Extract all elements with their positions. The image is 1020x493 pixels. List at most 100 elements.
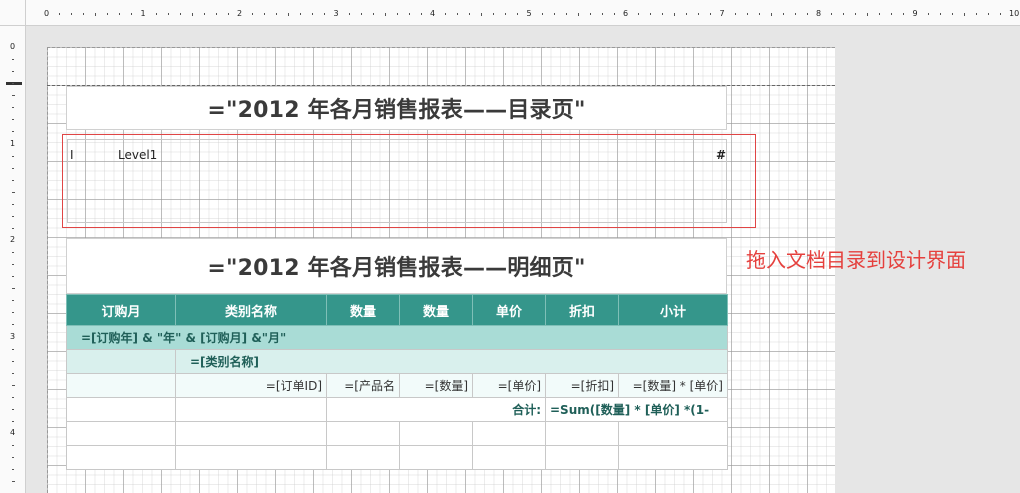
ruler-tick xyxy=(831,13,833,15)
detail-title-textbox[interactable]: ="2012 年各月销售报表——明细页" xyxy=(66,238,727,294)
detail-cell[interactable]: =[数量] * [单价] xyxy=(618,373,728,398)
ruler-tick xyxy=(408,13,410,15)
ruler-tick-label: 9 xyxy=(912,9,918,18)
empty-cell[interactable] xyxy=(66,445,176,470)
ruler-tick xyxy=(276,13,278,15)
empty-cell[interactable] xyxy=(399,421,473,446)
ruler-tick xyxy=(638,13,640,15)
ruler-tick xyxy=(12,324,14,326)
vertical-ruler[interactable]: 0 1 2 3 4 xyxy=(0,26,26,493)
group1-expression-cell[interactable]: =[订购年] & "年" & [订购月] &"月" xyxy=(66,325,728,350)
header-cell[interactable]: 类别名称 xyxy=(175,294,327,326)
ruler-tick-label: 1 xyxy=(10,138,16,148)
total-empty-cell[interactable] xyxy=(66,397,176,422)
empty-cell[interactable] xyxy=(472,445,546,470)
ruler-tick xyxy=(951,13,953,15)
group2-indent-cell[interactable] xyxy=(66,349,176,374)
ruler-tick xyxy=(324,13,326,15)
ruler-tick-label: 8 xyxy=(816,9,822,18)
ruler-tick xyxy=(131,13,133,15)
header-cell[interactable]: 订购月 xyxy=(66,294,176,326)
empty-cell[interactable] xyxy=(175,421,327,446)
ruler-tick xyxy=(662,13,664,15)
ruler-tick xyxy=(12,83,14,85)
ruler-tick xyxy=(770,12,772,16)
table-of-contents-control[interactable]: I Level1 # xyxy=(62,134,756,228)
ruler-tick xyxy=(565,13,567,15)
header-cell[interactable]: 单价 xyxy=(472,294,546,326)
total-expression-cell[interactable]: =Sum([数量] * [单价] *(1- xyxy=(545,397,728,422)
ruler-tick xyxy=(12,469,14,471)
header-cell[interactable]: 数量 xyxy=(399,294,473,326)
detail-cell[interactable]: =[单价] xyxy=(472,373,546,398)
ruler-tick-label: 3 xyxy=(333,9,339,18)
ruler-tick xyxy=(963,12,965,16)
ruler-tick xyxy=(589,13,591,15)
margin-marker[interactable] xyxy=(6,82,22,85)
ruler-tick xyxy=(650,13,652,15)
toc-title-textbox[interactable]: ="2012 年各月销售报表——目录页" xyxy=(66,86,727,130)
ruler-tick xyxy=(855,13,857,15)
toc-level-prefix: I xyxy=(70,148,74,162)
ruler-tick xyxy=(12,457,14,459)
ruler-tick-label: 5 xyxy=(526,9,532,18)
ruler-tick xyxy=(348,13,350,15)
ruler-tick xyxy=(493,13,495,15)
header-cell[interactable]: 小计 xyxy=(618,294,728,326)
header-cell[interactable]: 数量 xyxy=(326,294,400,326)
ruler-tick xyxy=(12,445,14,447)
ruler-tick xyxy=(891,13,893,15)
ruler-tick xyxy=(312,13,314,15)
toc-level-label: Level1 xyxy=(118,148,158,162)
ruler-tick xyxy=(59,13,61,15)
group2-expression-cell[interactable]: =[类别名称] xyxy=(175,349,728,374)
ruler-tick xyxy=(12,372,14,374)
group2-header-row: =[类别名称] xyxy=(66,349,728,374)
empty-cell[interactable] xyxy=(545,421,619,446)
ruler-tick xyxy=(11,481,15,483)
empty-cell[interactable] xyxy=(175,445,327,470)
ruler-tick xyxy=(674,12,676,16)
horizontal-ruler[interactable]: 0 1 2 3 4 5 6 7 8 9 10 xyxy=(0,0,1020,26)
ruler-tick xyxy=(12,59,14,61)
ruler-tick xyxy=(203,13,205,15)
ruler-tick xyxy=(601,13,603,15)
ruler-tick xyxy=(12,396,14,398)
ruler-tick-label: 7 xyxy=(719,9,725,18)
ruler-tick xyxy=(12,300,14,302)
ruler-tick-label: 0 xyxy=(44,9,50,18)
ruler-tick xyxy=(155,13,157,15)
detail-cell[interactable]: =[产品名 xyxy=(326,373,400,398)
empty-cell[interactable] xyxy=(326,445,400,470)
ruler-tick xyxy=(794,13,796,15)
empty-cell[interactable] xyxy=(66,421,176,446)
ruler-tick xyxy=(12,312,14,314)
empty-cell[interactable] xyxy=(618,421,728,446)
ruler-tick xyxy=(12,215,14,217)
ruler-tick xyxy=(252,13,254,15)
ruler-tick xyxy=(879,13,881,15)
ruler-tick-label: 2 xyxy=(237,9,243,18)
detail-table[interactable]: 订购月 类别名称 数量 数量 单价 折扣 小计 =[订购年] & "年" & [… xyxy=(66,294,728,470)
ruler-tick xyxy=(541,13,543,15)
detail-cell[interactable]: =[订单ID] xyxy=(175,373,327,398)
empty-cell[interactable] xyxy=(326,421,400,446)
total-empty-cell[interactable] xyxy=(175,397,327,422)
ruler-tick xyxy=(420,13,422,15)
header-cell[interactable]: 折扣 xyxy=(545,294,619,326)
total-row: 合计: =Sum([数量] * [单价] *(1- xyxy=(66,397,728,422)
empty-cell[interactable] xyxy=(618,445,728,470)
total-label-cell[interactable]: 合计: xyxy=(326,397,546,422)
detail-cell[interactable]: =[数量] xyxy=(399,373,473,398)
empty-cell[interactable] xyxy=(545,445,619,470)
ruler-tick-label: 1 xyxy=(140,9,146,18)
ruler-tick xyxy=(577,12,579,16)
ruler-corner xyxy=(0,0,26,26)
empty-cell[interactable] xyxy=(399,445,473,470)
empty-cell[interactable] xyxy=(472,421,546,446)
report-designer: 0 1 2 3 4 5 6 7 8 9 10 01234 ="2012 年各月销售报表——目录页" … xyxy=(0,0,1020,493)
detail-cell[interactable] xyxy=(66,373,176,398)
detail-cell[interactable]: =[折扣] xyxy=(545,373,619,398)
toc-page-number-marker: # xyxy=(716,148,727,162)
detail-title: ="2012 年各月销售报表——明细页" xyxy=(207,256,586,281)
